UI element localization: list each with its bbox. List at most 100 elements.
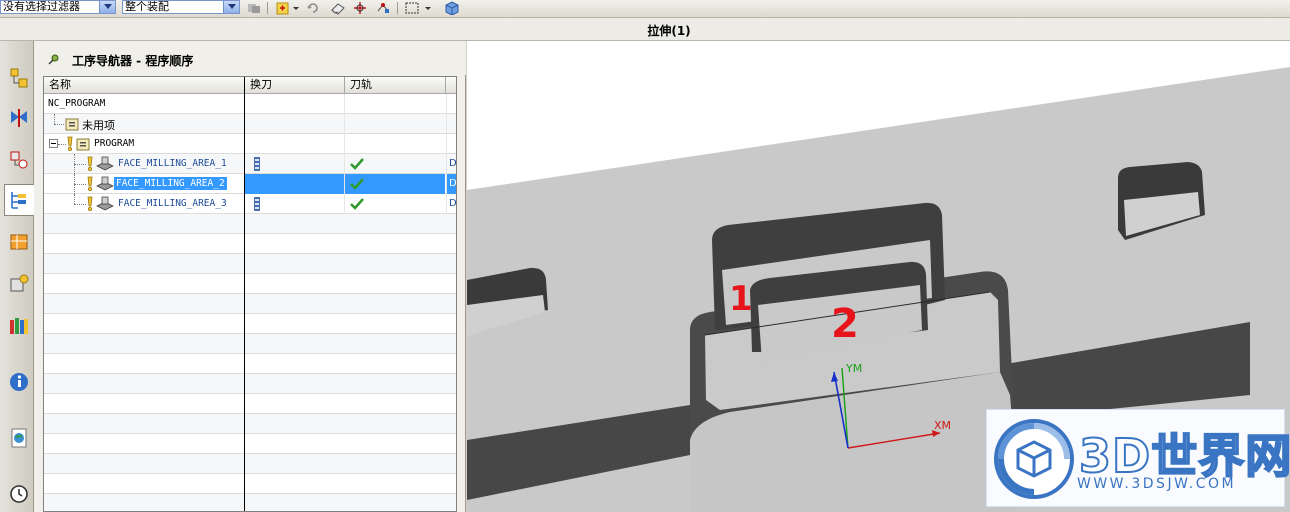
rectangle-select-icon[interactable]: [404, 1, 420, 15]
constraint-navigator-icon: [11, 109, 27, 127]
face-milling-operation-icon: [96, 196, 114, 215]
warning-status-icon: [66, 136, 74, 155]
tree-line: [54, 114, 55, 124]
empty-row: [44, 494, 456, 511]
column-header-tool-change[interactable]: 换刀: [245, 77, 345, 94]
operation-navigator-icon: [11, 192, 26, 209]
operation-navigator-panel: 工序导航器 - 程序顺序 名称 换刀 刀轨 NC_PROGRAM 未用项 PRO…: [34, 41, 466, 512]
tree-line: [58, 144, 66, 145]
empty-row: [44, 354, 456, 374]
part-navigator-icon: [10, 151, 28, 169]
table-row[interactable]: FACE_MILLING_AREA_1 D: [44, 154, 456, 175]
machining-feature-tab[interactable]: [5, 267, 31, 299]
node-label: 未用项: [82, 119, 115, 132]
reuse-library-tab[interactable]: [5, 309, 31, 341]
operation-navigator-tab[interactable]: [4, 184, 34, 216]
navigator-title: 工序导航器 - 程序顺序: [72, 54, 194, 68]
empty-row: [44, 294, 456, 314]
empty-row: [44, 234, 456, 254]
tree-line: [54, 124, 64, 125]
column-header-toolpath[interactable]: 刀轨: [345, 77, 446, 94]
web-browser-tab[interactable]: [5, 421, 31, 453]
toolbar-separator: [397, 2, 398, 14]
program-group-icon: [65, 117, 79, 134]
chevron-down-icon[interactable]: [223, 1, 239, 13]
constraint-navigator-tab[interactable]: [5, 101, 31, 133]
column-header-more[interactable]: [446, 77, 456, 94]
history-tab[interactable]: [5, 477, 31, 509]
eraser-icon[interactable]: [330, 1, 346, 15]
node-label: NC_PROGRAM: [48, 98, 106, 109]
navigator-title-bar: 工序导航器 - 程序顺序: [34, 41, 466, 75]
warning-status-icon: [86, 176, 94, 195]
empty-row: [44, 394, 456, 414]
operation-tree-grid: 名称 换刀 刀轨 NC_PROGRAM 未用项 PROGRAM FACE_MIL…: [43, 76, 457, 512]
toolbar-separator: [267, 2, 268, 14]
empty-row: [44, 254, 456, 274]
view-title: 拉伸(1): [647, 24, 691, 38]
operation-name: FACE_MILLING_AREA_3: [118, 198, 227, 209]
column-header-name[interactable]: 名称: [44, 77, 245, 94]
pin-icon[interactable]: [47, 54, 59, 69]
empty-row: [44, 314, 456, 334]
empty-row: [44, 474, 456, 494]
operation-name: FACE_MILLING_AREA_1: [118, 158, 227, 169]
point-constructor-icon[interactable]: [375, 1, 391, 15]
extra-column-value: D: [446, 174, 456, 194]
table-row[interactable]: PROGRAM: [44, 134, 456, 155]
resource-bar: [0, 41, 34, 512]
tree-line: [74, 194, 75, 204]
snap-point-icon[interactable]: [352, 1, 368, 15]
chevron-down-icon[interactable]: [99, 1, 115, 13]
tool-change-icon: [254, 157, 260, 174]
warning-status-icon: [86, 196, 94, 215]
table-row[interactable]: FACE_MILLING_AREA_3 D: [44, 194, 456, 215]
selection-filter-dropdown[interactable]: 没有选择过滤器: [0, 0, 116, 14]
top-toolbar: 没有选择过滤器 整个装配: [0, 0, 1290, 18]
assembly-navigator-tab[interactable]: [5, 61, 31, 93]
empty-row: [44, 274, 456, 294]
check-icon: [350, 177, 364, 194]
hd3d-tools-tab[interactable]: [5, 365, 31, 397]
empty-row: [44, 334, 456, 354]
y-axis-label: YM: [845, 362, 862, 375]
operation-name: FACE_MILLING_AREA_2: [114, 177, 227, 190]
undo-icon[interactable]: [305, 1, 321, 15]
face-milling-operation-icon: [96, 176, 114, 195]
table-row[interactable]: 未用项: [44, 114, 456, 134]
empty-row: [44, 454, 456, 474]
empty-row: [44, 414, 456, 434]
reuse-library-icon: [10, 318, 28, 334]
x-axis-label: XM: [934, 419, 951, 432]
machine-tool-icon: [10, 234, 28, 250]
node-label: PROGRAM: [94, 138, 135, 149]
general-selection-icon[interactable]: [275, 1, 291, 15]
assembly-tools-icon[interactable]: [246, 1, 262, 15]
program-group-icon: [76, 137, 90, 154]
assembly-navigator-icon: [10, 68, 28, 88]
chevron-down-icon[interactable]: [292, 1, 300, 15]
grid-header: 名称 换刀 刀轨: [44, 77, 456, 94]
check-icon: [350, 197, 364, 214]
column-divider[interactable]: [244, 77, 245, 511]
table-row[interactable]: FACE_MILLING_AREA_2 D: [44, 174, 456, 195]
part-navigator-tab[interactable]: [5, 143, 31, 175]
table-row[interactable]: NC_PROGRAM: [44, 94, 456, 114]
annotation-2: 2: [831, 301, 859, 347]
tree-line: [74, 184, 86, 185]
machine-tool-navigator-tab[interactable]: [5, 225, 31, 257]
chevron-down-icon[interactable]: [424, 1, 432, 15]
feature-navigator-icon: [10, 274, 29, 292]
cube-view-icon[interactable]: [444, 1, 460, 16]
tool-change-icon: [254, 197, 260, 214]
extra-column-value: D: [446, 154, 456, 174]
empty-row: [44, 374, 456, 394]
assembly-scope-dropdown[interactable]: 整个装配: [122, 0, 240, 14]
collapse-toggle[interactable]: [49, 139, 58, 148]
empty-row: [44, 214, 456, 234]
tree-line: [74, 164, 86, 165]
watermark: 3D世界网 WWW.3DSJW.COM: [986, 409, 1290, 507]
face-milling-operation-icon: [96, 156, 114, 175]
extra-column-value: D: [446, 194, 456, 214]
view-title-bar: 拉伸(1): [0, 18, 1290, 41]
